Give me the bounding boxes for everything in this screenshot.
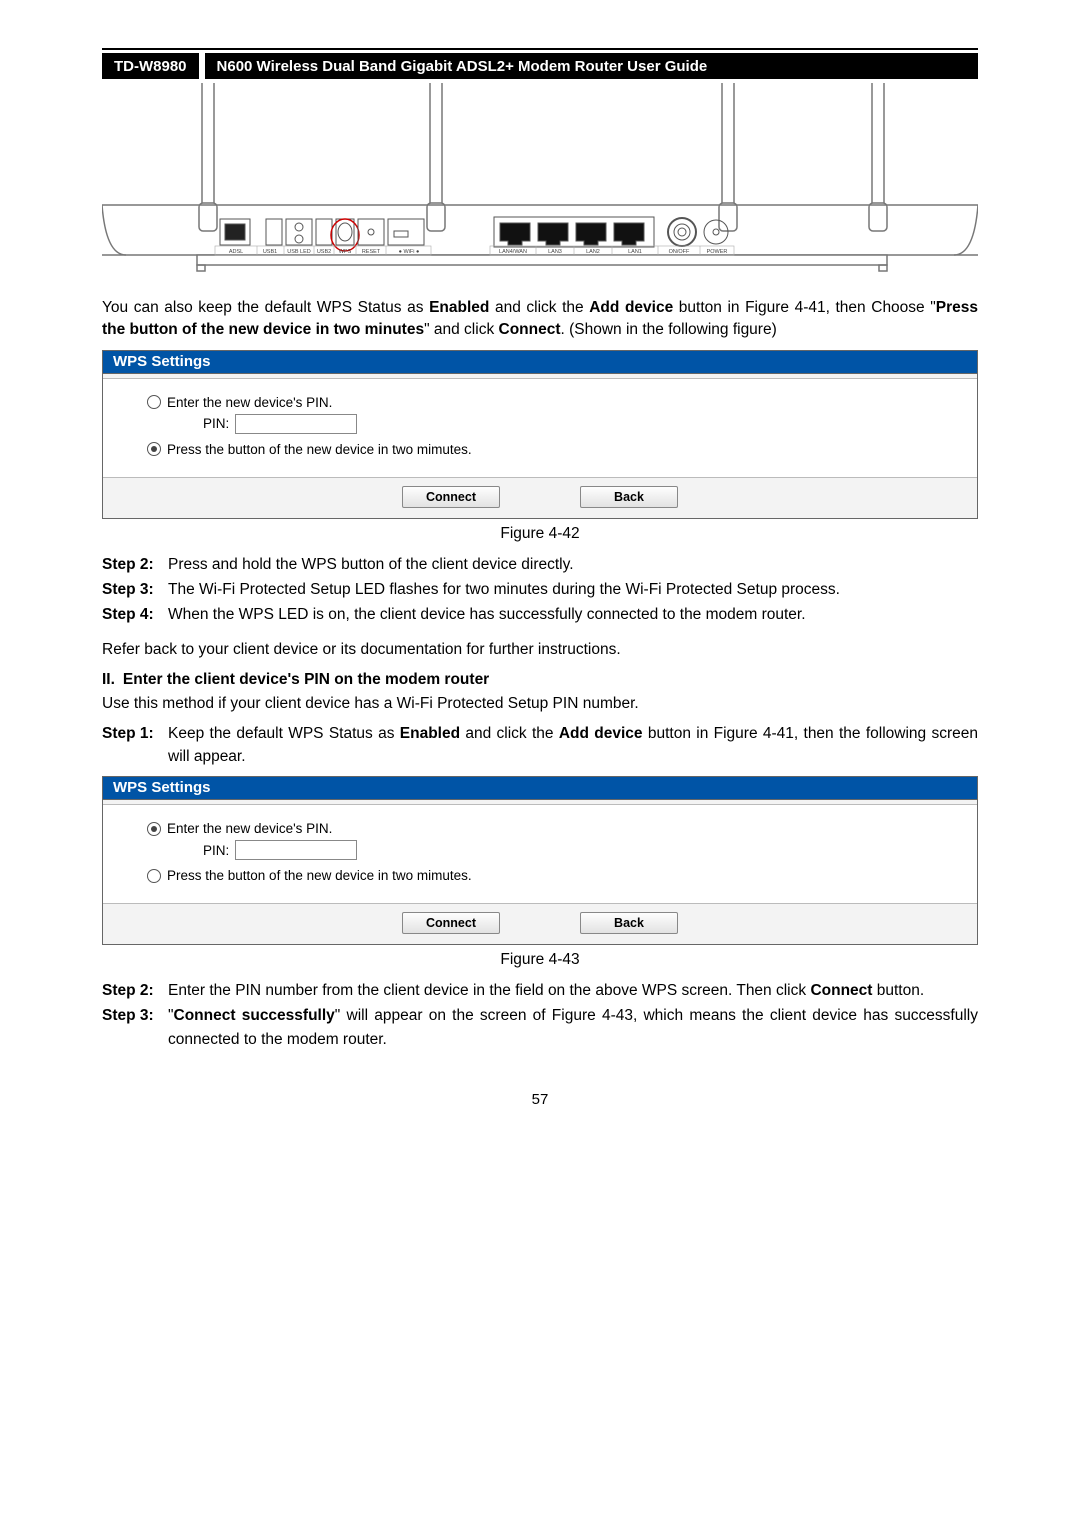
label-wps: WPS: [339, 249, 352, 255]
wps-title: WPS Settings: [103, 351, 977, 374]
label-usb1: USB1: [263, 249, 277, 255]
back-button[interactable]: Back: [580, 912, 678, 934]
radio-icon: [147, 822, 161, 836]
title-text: N600 Wireless Dual Band Gigabit ADSL2+ M…: [217, 58, 708, 75]
model-text: TD-W8980: [114, 58, 187, 75]
figure-caption: Figure 4-42: [102, 525, 978, 543]
radio-enter-pin[interactable]: Enter the new device's PIN.: [147, 821, 947, 836]
radio-label: Press the button of the new device in tw…: [167, 442, 472, 457]
connect-button[interactable]: Connect: [402, 486, 500, 508]
pin-input[interactable]: [235, 840, 357, 860]
step-3a: Step 3: The Wi-Fi Protected Setup LED fl…: [102, 578, 978, 601]
step-3b: Step 3: "Connect successfully" will appe…: [102, 1004, 978, 1051]
label-reset: RESET: [362, 249, 381, 255]
label-lan2: LAN2: [586, 249, 600, 255]
para2: Use this method if your client device ha…: [102, 693, 978, 715]
wps-settings-panel-1: WPS Settings Enter the new device's PIN.…: [102, 350, 978, 519]
radio-label: Press the button of the new device in tw…: [167, 868, 472, 883]
step-1b: Step 1: Keep the default WPS Status as E…: [102, 722, 978, 769]
radio-icon: [147, 442, 161, 456]
label-usb2: USB2: [317, 249, 331, 255]
label-adsl: ADSL: [229, 249, 243, 255]
header-rule: [102, 48, 978, 50]
intro-paragraph: You can also keep the default WPS Status…: [102, 297, 978, 342]
connect-button[interactable]: Connect: [402, 912, 500, 934]
section-heading-2: II. Enter the client device's PIN on the…: [102, 671, 978, 689]
radio-enter-pin[interactable]: Enter the new device's PIN.: [147, 395, 947, 410]
radio-icon: [147, 395, 161, 409]
radio-press-button[interactable]: Press the button of the new device in tw…: [147, 868, 947, 883]
page-number: 57: [102, 1091, 978, 1108]
label-lan1: LAN1: [628, 249, 642, 255]
header-title: N600 Wireless Dual Band Gigabit ADSL2+ M…: [205, 53, 978, 79]
label-power: POWER: [707, 249, 728, 255]
step-4a: Step 4: When the WPS LED is on, the clie…: [102, 603, 978, 626]
radio-label: Enter the new device's PIN.: [167, 821, 332, 836]
page-header: TD-W8980 N600 Wireless Dual Band Gigabit…: [102, 53, 978, 79]
radio-icon: [147, 869, 161, 883]
radio-press-button[interactable]: Press the button of the new device in tw…: [147, 442, 947, 457]
refer-text: Refer back to your client device or its …: [102, 639, 978, 661]
label-usbled: USB LED: [287, 249, 311, 255]
wps-settings-panel-2: WPS Settings Enter the new device's PIN.…: [102, 776, 978, 945]
pin-label: PIN:: [203, 416, 229, 431]
header-model: TD-W8980: [102, 53, 199, 79]
label-lan3: LAN3: [548, 249, 562, 255]
step-2b: Step 2: Enter the PIN number from the cl…: [102, 979, 978, 1002]
label-lan4wan: LAN4/WAN: [499, 249, 527, 255]
step-2a: Step 2: Press and hold the WPS button of…: [102, 553, 978, 576]
figure-caption: Figure 4-43: [102, 951, 978, 969]
back-button[interactable]: Back: [580, 486, 678, 508]
wps-title: WPS Settings: [103, 777, 977, 800]
label-onoff: ON/OFF: [669, 249, 690, 255]
pin-label: PIN:: [203, 843, 229, 858]
pin-input[interactable]: [235, 414, 357, 434]
router-rear-diagram: ADSL USB1 USB LED USB2 WPS RESET ● WiFi …: [102, 83, 978, 283]
label-wifi: ● WiFi ●: [399, 249, 420, 255]
radio-label: Enter the new device's PIN.: [167, 395, 332, 410]
